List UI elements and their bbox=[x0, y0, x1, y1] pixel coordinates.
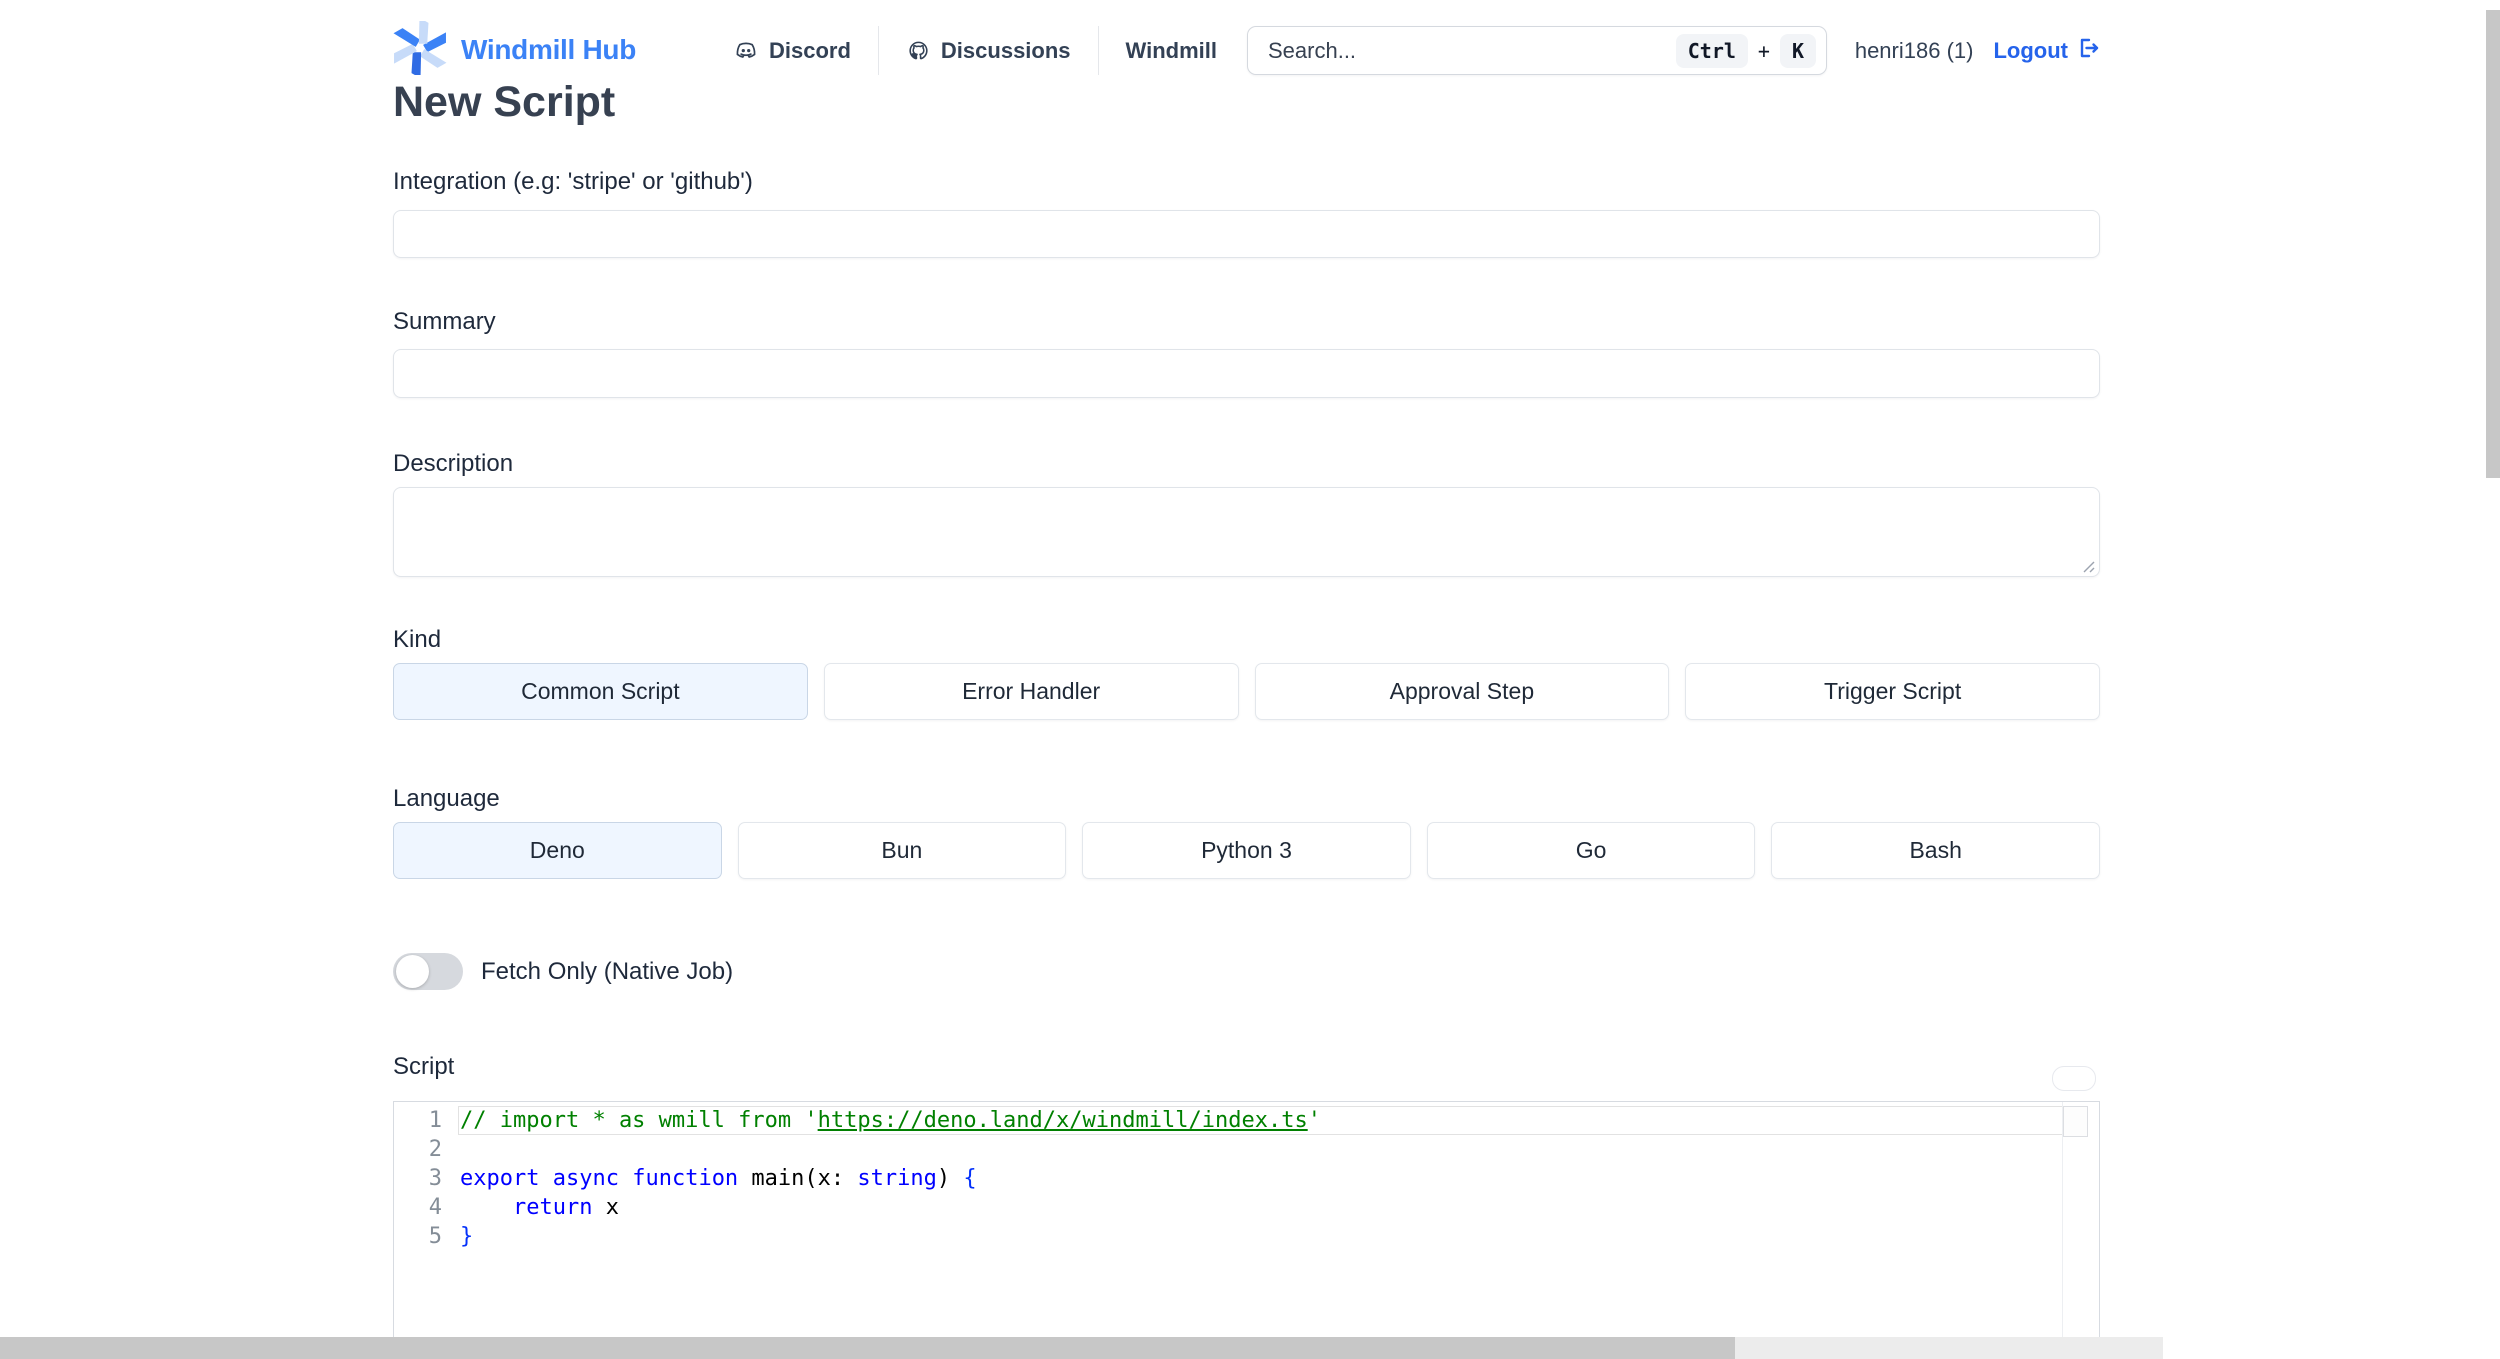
nav-item-windmill[interactable]: Windmill bbox=[1099, 38, 1244, 64]
language-label: Language bbox=[393, 785, 500, 812]
summary-label: Summary bbox=[393, 308, 496, 335]
kind-option-error-handler[interactable]: Error Handler bbox=[823, 663, 1239, 720]
line-number: 1 bbox=[428, 1108, 442, 1133]
github-icon bbox=[906, 38, 931, 63]
code-text: } bbox=[460, 1224, 474, 1249]
new-script-page: Windmill Hub Discord Discussions Windmill … bbox=[0, 0, 2500, 1359]
code-line-1: 1 // import * as wmill from 'https://deno… bbox=[394, 1106, 2099, 1135]
nav-item-discord[interactable]: Discord bbox=[706, 38, 878, 64]
discord-icon bbox=[733, 38, 759, 64]
code-text: export async function main(x: string) { bbox=[460, 1166, 977, 1191]
line-number: 2 bbox=[428, 1137, 442, 1162]
logout-icon bbox=[2076, 36, 2100, 66]
search-shortcut: Ctrl + K bbox=[1675, 33, 1816, 68]
language-option-bun[interactable]: Bun bbox=[737, 822, 1067, 879]
shortcut-separator: + bbox=[1757, 38, 1770, 63]
code-line-3: 3 export async function main(x: string) { bbox=[394, 1164, 2099, 1193]
nav-item-label: Discord bbox=[769, 37, 851, 63]
language-option-go[interactable]: Go bbox=[1426, 822, 1756, 879]
search-input[interactable] bbox=[1266, 36, 1676, 65]
kbd-k: K bbox=[1779, 33, 1816, 68]
page-title: New Script bbox=[393, 78, 616, 126]
fetch-only-label: Fetch Only (Native Job) bbox=[481, 957, 734, 985]
line-number: 3 bbox=[428, 1166, 442, 1191]
language-option-python-3[interactable]: Python 3 bbox=[1082, 822, 1411, 879]
summary-input[interactable] bbox=[393, 349, 2100, 398]
kind-option-approval-step[interactable]: Approval Step bbox=[1254, 663, 1670, 720]
description-textarea[interactable] bbox=[393, 487, 2100, 577]
search-box: Ctrl + K bbox=[1247, 26, 1827, 75]
vertical-scrollbar-thumb[interactable] bbox=[2486, 10, 2500, 478]
main-nav: Discord Discussions Windmill bbox=[706, 26, 1244, 75]
language-options: Deno Bun Python 3 Go Bash bbox=[393, 822, 2100, 879]
fetch-only-toggle[interactable] bbox=[393, 953, 463, 990]
code-text: // import * as wmill from 'https://deno.… bbox=[460, 1108, 1321, 1133]
textarea-resize-handle[interactable] bbox=[2078, 556, 2096, 574]
line-number: 5 bbox=[428, 1224, 442, 1249]
username: henri186 (1) bbox=[1854, 37, 1974, 63]
integration-label: Integration (e.g: 'stripe' or 'github') bbox=[393, 168, 753, 195]
code-line-5: 5} bbox=[394, 1222, 2099, 1251]
editor-gutter-line bbox=[2062, 1102, 2063, 1338]
windmill-logo-icon bbox=[393, 17, 447, 80]
fetch-only-row: Fetch Only (Native Job) bbox=[393, 953, 733, 990]
logout-link[interactable]: Logout bbox=[1993, 36, 2100, 66]
code-line-4: 4 return x bbox=[394, 1193, 2099, 1222]
nav-item-discussions[interactable]: Discussions bbox=[879, 38, 1098, 64]
user-area: henri186 (1) Logout bbox=[1855, 26, 2100, 75]
brand-title: Windmill Hub bbox=[461, 34, 637, 65]
kind-option-trigger-script[interactable]: Trigger Script bbox=[1685, 663, 2100, 720]
kind-options: Common Script Error Handler Approval Step T… bbox=[393, 663, 2100, 720]
horizontal-scrollbar-thumb[interactable] bbox=[0, 1337, 1735, 1359]
logout-label: Logout bbox=[1993, 37, 2068, 63]
kbd-ctrl: Ctrl bbox=[1675, 33, 1748, 68]
horizontal-scrollbar-track[interactable] bbox=[0, 1337, 2163, 1359]
code-line-2: 2 bbox=[394, 1135, 2099, 1164]
overview-ruler-marker bbox=[2063, 1106, 2088, 1137]
editor-toggle-pill[interactable] bbox=[2052, 1066, 2096, 1091]
code-lines: 1 // import * as wmill from 'https://deno… bbox=[394, 1102, 2099, 1251]
script-label: Script bbox=[393, 1053, 455, 1080]
kind-option-common-script[interactable]: Common Script bbox=[393, 663, 808, 720]
language-option-bash[interactable]: Bash bbox=[1771, 822, 2100, 879]
language-option-deno[interactable]: Deno bbox=[393, 822, 722, 879]
code-editor[interactable]: 1 // import * as wmill from 'https://deno… bbox=[393, 1101, 2100, 1338]
brand-home-link[interactable]: Windmill Hub bbox=[393, 17, 637, 80]
line-number: 4 bbox=[428, 1195, 442, 1220]
nav-item-label: Windmill bbox=[1125, 37, 1217, 63]
toggle-knob bbox=[396, 955, 429, 988]
nav-item-label: Discussions bbox=[940, 37, 1071, 63]
integration-input[interactable] bbox=[393, 210, 2100, 258]
kind-label: Kind bbox=[393, 626, 442, 653]
description-label: Description bbox=[393, 450, 514, 477]
code-text: return x bbox=[512, 1195, 619, 1220]
